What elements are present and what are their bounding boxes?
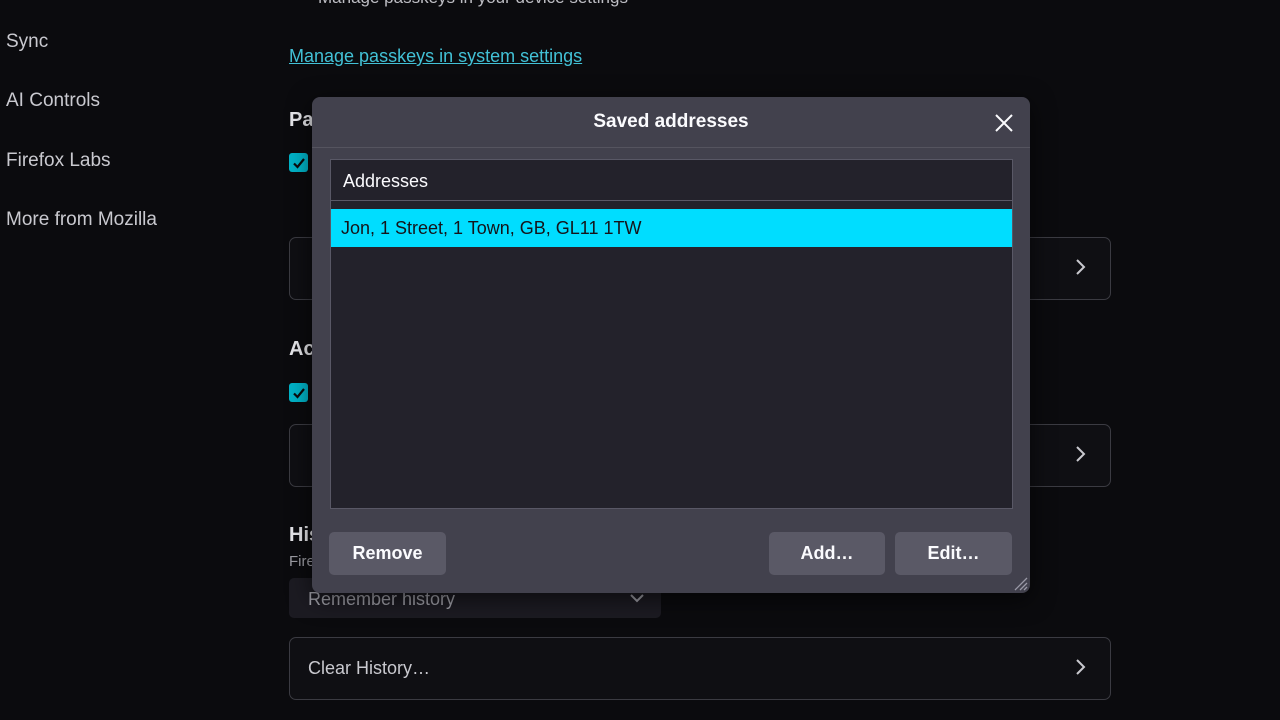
remove-button[interactable]: Remove (329, 532, 446, 575)
passkeys-description: Manage passkeys in your device settings (318, 0, 628, 8)
history-description: Fire (289, 553, 315, 570)
title-divider (312, 147, 1030, 148)
address-text: Jon, 1 Street, 1 Town, GB, GL11 1TW (341, 218, 642, 238)
list-item[interactable]: Jon, 1 Street, 1 Town, GB, GL11 1TW (331, 209, 1012, 247)
autofill-checkbox[interactable] (289, 383, 308, 402)
close-icon (995, 114, 1013, 132)
checkmark-icon (292, 157, 305, 169)
chevron-right-icon (1076, 259, 1086, 275)
passwords-checkbox[interactable] (289, 153, 308, 172)
clear-history-label: Clear History… (308, 658, 431, 678)
chevron-right-icon (1076, 659, 1086, 675)
addresses-list[interactable]: Addresses Jon, 1 Street, 1 Town, GB, GL1… (330, 159, 1013, 509)
add-button[interactable]: Add… (769, 532, 885, 575)
saved-addresses-dialog: Saved addresses Addresses Jon, 1 Street,… (312, 97, 1030, 593)
manage-passkeys-link[interactable]: Manage passkeys in system settings (289, 46, 582, 67)
clear-history-card[interactable]: Clear History… (289, 637, 1111, 700)
checkmark-icon (292, 387, 305, 399)
section-heading-passwords: Pa (289, 109, 314, 131)
resize-grip-icon[interactable] (1012, 575, 1028, 591)
close-button[interactable] (992, 111, 1016, 135)
list-header: Addresses (331, 160, 1012, 201)
dialog-title: Saved addresses (593, 111, 749, 132)
section-heading-autofill: Ac (289, 338, 315, 360)
chevron-right-icon (1076, 446, 1086, 462)
edit-button[interactable]: Edit… (895, 532, 1012, 575)
addresses-column-header: Addresses (343, 171, 429, 191)
